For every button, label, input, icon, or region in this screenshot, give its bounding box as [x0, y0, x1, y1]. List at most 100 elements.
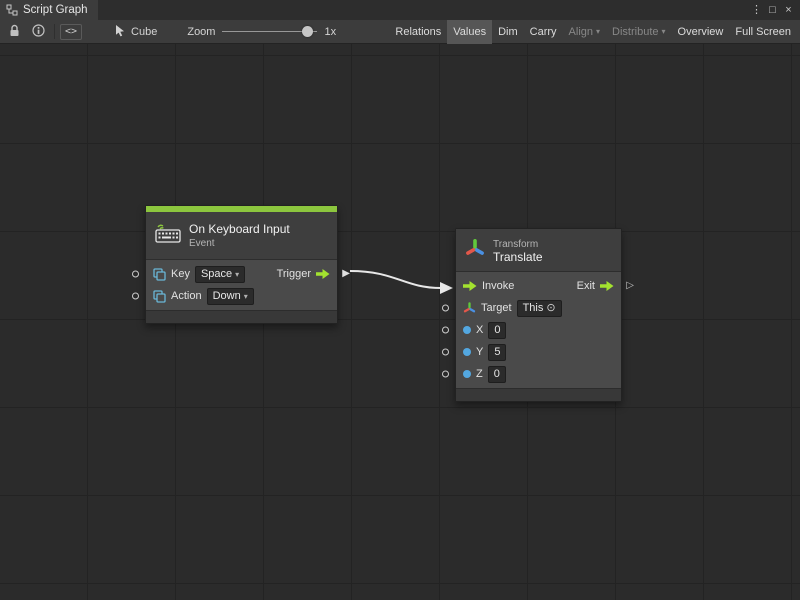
port-row-x: X 0	[456, 319, 621, 341]
invoke-exit-row: Invoke Exit ▷	[456, 275, 621, 297]
maximize-button[interactable]: □	[765, 0, 780, 20]
flow-arrow-icon	[600, 280, 614, 292]
window-controls: ⋮ □ ×	[749, 0, 800, 20]
window-menu-button[interactable]: ⋮	[749, 0, 764, 20]
code-icon: <>	[65, 26, 77, 37]
close-button[interactable]: ×	[781, 0, 796, 20]
lock-icon	[9, 24, 20, 40]
distribute-label: Distribute	[612, 26, 658, 38]
chevron-down-icon: ▾	[244, 290, 248, 303]
port-row-action: Action Down ▾	[146, 285, 337, 307]
graph-canvas[interactable]: On Keyboard Input Event Key Space	[0, 44, 800, 600]
cursor-icon	[114, 24, 126, 40]
toolbar: <> Cube Zoom 1x Relations Values Dim Car…	[0, 20, 800, 44]
z-value-field[interactable]: 0	[488, 366, 506, 383]
object-picker-icon: ⊙	[546, 303, 555, 314]
float-type-icon	[463, 370, 471, 378]
graph-target[interactable]: Cube	[114, 24, 157, 40]
node-header-text: Transform Translate	[493, 237, 543, 264]
port-row-target: Target This ⊙	[456, 297, 621, 319]
node-title: On Keyboard Input	[189, 222, 290, 236]
values-button[interactable]: Values	[447, 20, 492, 44]
zoom-slider-knob[interactable]	[302, 26, 313, 37]
flow-arrow-icon	[316, 268, 330, 280]
connection-layer	[0, 44, 800, 600]
node-body: Key Space ▾ Trigger ▶	[146, 260, 337, 310]
input-port-z[interactable]	[442, 371, 449, 378]
inspect-button[interactable]	[27, 22, 49, 42]
fullscreen-button[interactable]: Full Screen	[729, 20, 797, 44]
zoom-slider[interactable]	[222, 22, 317, 42]
toolbar-buttons: Relations Values Dim Carry Align ▾ Distr…	[389, 20, 797, 44]
enum-type-icon	[153, 290, 166, 303]
action-dropdown[interactable]: Down ▾	[207, 288, 254, 305]
node-header[interactable]: On Keyboard Input Event	[146, 212, 337, 260]
action-dropdown-value: Down	[213, 290, 241, 303]
input-port-target[interactable]	[442, 305, 449, 312]
node-title: Translate	[493, 250, 543, 264]
port-label-y: Y	[476, 346, 483, 358]
x-value-field[interactable]: 0	[488, 322, 506, 339]
target-object-field[interactable]: This ⊙	[517, 300, 562, 317]
node-footer	[146, 310, 337, 323]
edit-script-button[interactable]: <>	[60, 24, 82, 40]
carry-button[interactable]: Carry	[524, 20, 563, 44]
node-body: Invoke Exit ▷	[456, 272, 621, 388]
zoom-value: 1x	[324, 26, 336, 38]
chevron-down-icon: ▾	[596, 27, 600, 36]
distribute-button[interactable]: Distribute ▾	[606, 20, 671, 44]
node-header-text: On Keyboard Input Event	[189, 222, 290, 249]
input-port-action[interactable]	[132, 293, 139, 300]
chevron-down-icon: ▾	[662, 27, 666, 36]
output-port-exit[interactable]: ▷	[626, 281, 634, 291]
y-value-field[interactable]: 5	[488, 344, 506, 361]
transform-icon	[465, 237, 485, 264]
enum-type-icon	[153, 268, 166, 281]
exit-label: Exit	[577, 280, 595, 292]
target-object-value: This	[523, 302, 544, 315]
port-row-key: Key Space ▾ Trigger ▶	[146, 263, 337, 285]
port-row-y: Y 5	[456, 341, 621, 363]
port-label-target: Target	[481, 302, 512, 314]
chevron-down-icon: ▾	[235, 268, 239, 281]
input-port-key[interactable]	[132, 271, 139, 278]
port-label-key: Key	[171, 268, 190, 280]
node-kind: Transform	[493, 239, 543, 250]
script-graph-window: Script Graph ⋮ □ ×	[0, 0, 800, 600]
keyboard-icon	[155, 223, 181, 248]
tab-label: Script Graph	[23, 4, 88, 16]
wire-arrowhead-icon	[440, 282, 453, 294]
overview-button[interactable]: Overview	[672, 20, 730, 44]
lock-button[interactable]	[3, 22, 25, 42]
dim-button[interactable]: Dim	[492, 20, 524, 44]
flow-arrow-icon	[463, 280, 477, 292]
port-label-action: Action	[171, 290, 202, 302]
target-object-name: Cube	[131, 26, 157, 38]
input-port-y[interactable]	[442, 349, 449, 356]
zoom-label: Zoom	[187, 26, 215, 38]
toolbar-separator	[54, 24, 55, 39]
port-row-z: Z 0	[456, 363, 621, 385]
zoom-control: Zoom 1x	[187, 22, 336, 42]
info-icon	[32, 24, 45, 40]
key-dropdown-value: Space	[201, 268, 232, 281]
invoke-label: Invoke	[482, 280, 514, 292]
input-port-x[interactable]	[442, 327, 449, 334]
tab-script-graph[interactable]: Script Graph	[0, 0, 98, 20]
float-type-icon	[463, 348, 471, 356]
node-on-keyboard-input[interactable]: On Keyboard Input Event Key Space	[145, 205, 338, 324]
titlebar: Script Graph ⋮ □ ×	[0, 0, 800, 20]
wire-trigger-to-invoke[interactable]	[350, 271, 441, 288]
align-button[interactable]: Align ▾	[563, 20, 606, 44]
output-port-trigger[interactable]: ▶	[342, 269, 350, 279]
float-type-icon	[463, 326, 471, 334]
node-subtitle: Event	[189, 238, 290, 249]
node-header[interactable]: Transform Translate	[456, 229, 621, 272]
key-dropdown[interactable]: Space ▾	[195, 266, 245, 283]
node-footer	[456, 388, 621, 401]
relations-button[interactable]: Relations	[389, 20, 447, 44]
port-label-z: Z	[476, 368, 483, 380]
node-translate[interactable]: Transform Translate Invoke Exit ▷	[455, 228, 622, 402]
transform-type-icon	[463, 301, 476, 315]
align-label: Align	[569, 26, 593, 38]
